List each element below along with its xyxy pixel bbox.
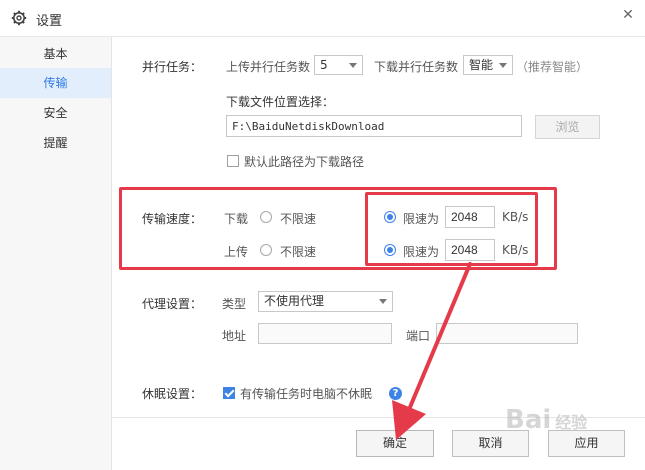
upload-parallel-label: 上传并行任务数 (226, 60, 311, 74)
watermark-text: Bai (505, 405, 552, 435)
browse-button[interactable]: 浏览 (535, 115, 600, 139)
watermark-logo: Bai 经验 (505, 405, 587, 435)
upload-parallel-value: 5 (320, 58, 328, 72)
prevent-sleep-checkbox[interactable] (223, 387, 235, 399)
title-bar: 设置 ✕ (0, 0, 645, 37)
download-parallel-label: 下载并行任务数 (374, 60, 459, 74)
upload-parallel-select[interactable]: 5 (314, 55, 363, 75)
recommend-hint: （推荐智能） (516, 60, 589, 74)
sidebar-item-label: 提醒 (43, 136, 68, 150)
sidebar-item-transfer[interactable]: 传输 (0, 68, 111, 98)
sidebar: 基本 传输 安全 提醒 (0, 37, 112, 470)
proxy-type-value: 不使用代理 (264, 294, 325, 308)
download-path-input[interactable] (226, 115, 522, 137)
download-location-label: 下载文件位置选择： (226, 95, 335, 109)
proxy-address-input[interactable] (258, 323, 392, 344)
limit-highlight-box (365, 192, 538, 266)
download-parallel-value: 智能 (469, 58, 494, 72)
sidebar-item-security[interactable]: 安全 (0, 98, 111, 128)
download-parallel-select[interactable]: 智能 (463, 55, 513, 75)
sleep-section-label: 休眠设置： (142, 387, 203, 401)
sidebar-item-label: 传输 (43, 76, 68, 90)
arrow-annotation-icon (392, 262, 472, 440)
sidebar-item-reminder[interactable]: 提醒 (0, 128, 111, 158)
default-path-label: 默认此路径为下载路径 (244, 155, 365, 169)
sidebar-item-label: 安全 (43, 106, 68, 120)
chevron-down-icon (349, 63, 357, 68)
watermark-subtext: 经验 (555, 413, 588, 432)
proxy-type-label: 类型 (222, 297, 247, 311)
prevent-sleep-label: 有传输任务时电脑不休眠 (240, 387, 373, 401)
close-icon: ✕ (622, 7, 634, 23)
sidebar-item-basic[interactable]: 基本 (0, 39, 111, 69)
chevron-down-icon (499, 63, 507, 68)
close-button[interactable]: ✕ (616, 5, 640, 25)
proxy-address-label: 地址 (222, 329, 247, 343)
sidebar-item-label: 基本 (43, 47, 68, 61)
proxy-section-label: 代理设置： (142, 297, 203, 311)
window-title: 设置 (36, 14, 63, 29)
default-path-checkbox[interactable] (227, 155, 239, 167)
browse-button-label: 浏览 (555, 120, 580, 134)
parallel-section-label: 并行任务： (142, 60, 203, 74)
gear-icon (11, 10, 27, 26)
apply-button-label: 应用 (574, 436, 599, 450)
proxy-type-select[interactable]: 不使用代理 (258, 291, 393, 312)
